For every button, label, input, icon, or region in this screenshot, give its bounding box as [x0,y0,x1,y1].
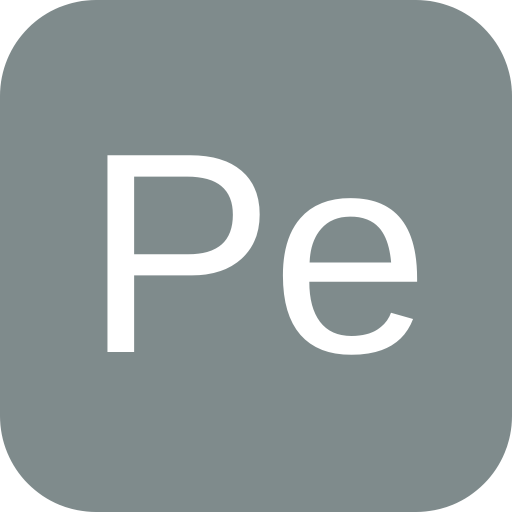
app-icon-label: Pe [84,93,430,413]
app-icon: Pe [0,0,512,512]
